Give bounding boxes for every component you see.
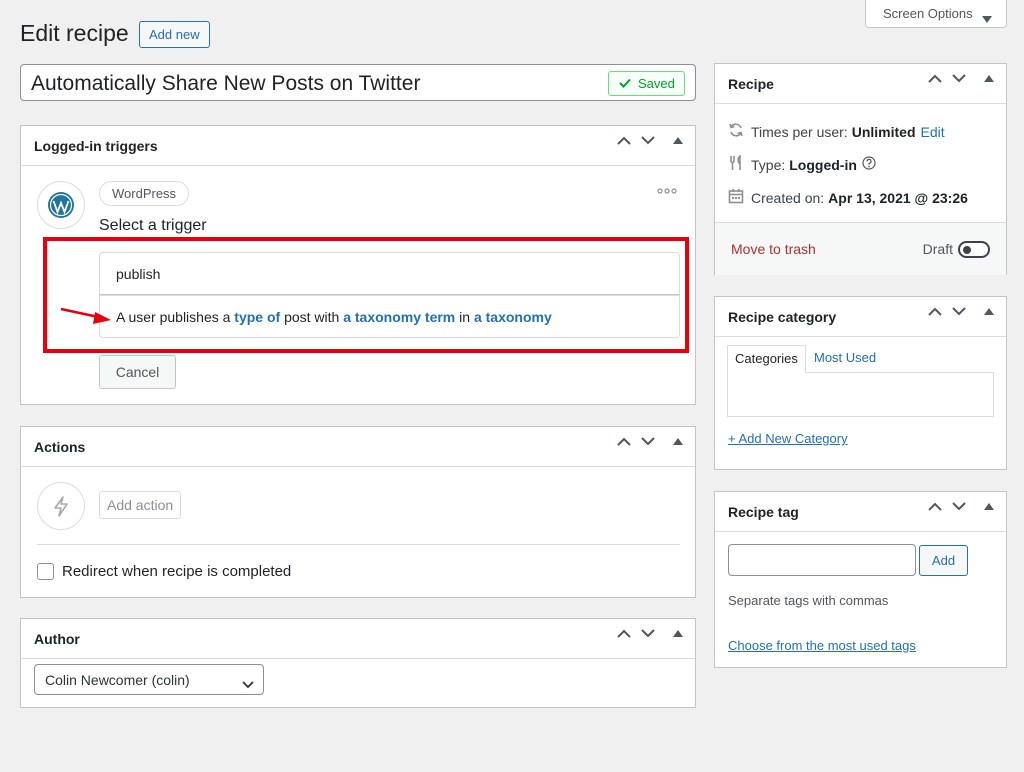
actions-header: Actions: [21, 427, 695, 467]
collapse-icon[interactable]: [984, 503, 994, 510]
refresh-icon: [728, 122, 744, 141]
actions-box: Actions Add action Redirect when recipe …: [20, 426, 696, 598]
recipe-box-title: Recipe: [728, 76, 774, 92]
collapse-icon[interactable]: [984, 75, 994, 82]
integration-tag: WordPress: [99, 181, 190, 206]
page-title: Edit recipe: [20, 20, 129, 46]
move-down-icon[interactable]: [641, 136, 655, 145]
move-to-trash-link[interactable]: Move to trash: [731, 241, 816, 257]
result-text-1: A user publishes a: [116, 309, 235, 325]
move-down-icon[interactable]: [641, 437, 655, 446]
screen-options-label: Screen Options: [883, 6, 973, 21]
trigger-result-item[interactable]: A user publishes a type of post with a t…: [99, 295, 680, 338]
recipe-title-field[interactable]: Automatically Share New Posts on Twitter…: [20, 64, 696, 101]
help-icon[interactable]: [862, 156, 876, 173]
move-up-icon[interactable]: [617, 437, 631, 446]
move-up-icon[interactable]: [928, 502, 942, 511]
lightning-icon: [37, 482, 85, 530]
times-label: Times per user:: [751, 123, 848, 140]
move-down-icon[interactable]: [952, 502, 966, 511]
wordpress-icon: [37, 181, 85, 229]
collapse-icon[interactable]: [984, 308, 994, 315]
created-row: Created on: Apr 13, 2021 @ 23:26: [728, 188, 968, 207]
author-selected: Colin Newcomer (colin): [45, 672, 190, 688]
check-icon: [619, 76, 631, 91]
times-per-user-row: Times per user: Unlimited Edit: [728, 122, 945, 141]
add-new-category-link[interactable]: + Add New Category: [728, 431, 848, 446]
saved-label: Saved: [638, 76, 675, 91]
actions-title: Actions: [34, 439, 86, 455]
result-text-3: in: [455, 309, 474, 325]
move-up-icon[interactable]: [928, 74, 942, 83]
category-title: Recipe category: [728, 309, 837, 325]
times-value: Unlimited: [851, 123, 916, 140]
draft-label: Draft: [922, 241, 953, 257]
author-select[interactable]: Colin Newcomer (colin): [34, 664, 264, 695]
tab-categories[interactable]: Categories: [727, 345, 806, 373]
tag-input[interactable]: [728, 544, 916, 576]
result-link-type[interactable]: type of: [234, 309, 280, 325]
triggers-header: Logged-in triggers: [21, 126, 695, 166]
calendar-icon: [728, 188, 744, 207]
type-label: Type:: [751, 156, 786, 173]
select-trigger-label: Select a trigger: [99, 217, 207, 234]
caret-down-icon: [982, 10, 992, 28]
add-tag-button[interactable]: Add: [919, 545, 968, 576]
add-action-button[interactable]: Add action: [99, 491, 182, 519]
category-box: Recipe category Categories Most Used + A…: [714, 296, 1007, 470]
move-up-icon[interactable]: [617, 136, 631, 145]
move-down-icon[interactable]: [952, 74, 966, 83]
saved-badge: Saved: [608, 71, 685, 96]
tag-box: Recipe tag Add Separate tags with commas…: [714, 491, 1007, 668]
actions-divider: [37, 544, 680, 545]
tag-title: Recipe tag: [728, 504, 799, 520]
tab-most-used[interactable]: Most Used: [814, 345, 876, 373]
type-row: Type: Logged-in: [728, 154, 876, 174]
status-toggle[interactable]: [958, 241, 990, 258]
redirect-label: Redirect when recipe is completed: [62, 563, 292, 580]
move-down-icon[interactable]: [952, 307, 966, 316]
move-up-icon[interactable]: [928, 307, 942, 316]
author-title: Author: [34, 631, 80, 647]
result-link-term[interactable]: a taxonomy term: [343, 309, 455, 325]
author-box: Author Colin Newcomer (colin): [20, 618, 696, 708]
result-text-2: post with: [280, 309, 344, 325]
collapse-icon[interactable]: [673, 630, 683, 637]
triggers-title: Logged-in triggers: [34, 138, 158, 154]
tag-hint: Separate tags with commas: [728, 593, 889, 608]
recipe-header: Recipe: [715, 64, 1006, 104]
trigger-search-value: publish: [116, 266, 161, 282]
cancel-button[interactable]: Cancel: [99, 355, 176, 389]
collapse-icon[interactable]: [673, 438, 683, 445]
recipe-box-footer: Move to trash Draft: [715, 222, 1006, 275]
category-list-panel: [727, 372, 994, 417]
move-down-icon[interactable]: [641, 629, 655, 638]
screen-options-tab[interactable]: Screen Options: [865, 0, 1007, 28]
choose-tags-link[interactable]: Choose from the most used tags: [728, 638, 916, 653]
tag-header: Recipe tag: [715, 492, 1006, 532]
trigger-search-input[interactable]: publish: [99, 252, 680, 295]
triggers-box: Logged-in triggers WordPress Select a tr…: [20, 125, 696, 405]
move-up-icon[interactable]: [617, 629, 631, 638]
author-header: Author: [21, 619, 695, 659]
type-value: Logged-in: [789, 156, 857, 173]
recipe-box: Recipe Times per user: Unlimited Edit Ty…: [714, 63, 1007, 275]
created-label: Created on:: [751, 189, 825, 206]
recipe-title-input: Automatically Share New Posts on Twitter: [31, 72, 421, 95]
collapse-icon[interactable]: [673, 137, 683, 144]
more-options-icon[interactable]: [657, 181, 677, 199]
arrow-right-icon: [59, 303, 115, 330]
times-edit-link[interactable]: Edit: [921, 124, 945, 140]
redirect-checkbox-row[interactable]: Redirect when recipe is completed: [37, 563, 291, 580]
chevron-down-icon: [242, 676, 254, 694]
category-header: Recipe category: [715, 297, 1006, 337]
utensils-icon: [728, 154, 744, 174]
add-new-button[interactable]: Add new: [139, 21, 210, 48]
created-value: Apr 13, 2021 @ 23:26: [828, 189, 968, 206]
result-link-taxonomy[interactable]: a taxonomy: [474, 309, 552, 325]
redirect-checkbox[interactable]: [37, 563, 54, 580]
